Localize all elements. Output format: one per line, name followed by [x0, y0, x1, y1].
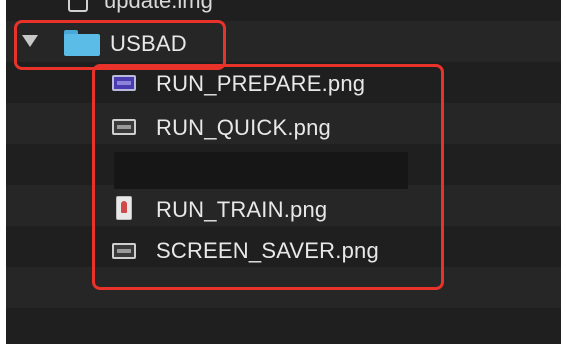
row-stripe	[6, 308, 561, 344]
file-browser: update.img USBAD RUN_PREPARE.png RUN_QUI…	[6, 0, 561, 344]
folder-highlight-box	[14, 20, 226, 70]
row-stripe	[6, 0, 561, 21]
file-icon	[68, 0, 88, 12]
file-name-partial: update.img	[104, 0, 213, 13]
files-highlight-box	[92, 64, 444, 290]
